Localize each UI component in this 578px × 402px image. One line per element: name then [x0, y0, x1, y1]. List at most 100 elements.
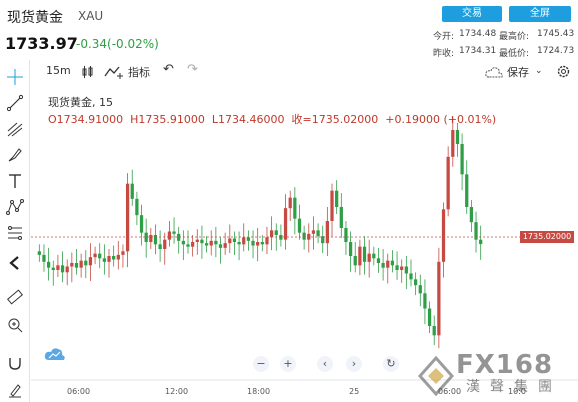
candle	[423, 293, 427, 309]
xaxis-tick: 12:00	[165, 387, 189, 396]
stat-prevclose-label: 昨收:	[433, 49, 455, 59]
candle	[274, 230, 278, 235]
gear-icon[interactable]	[556, 64, 571, 79]
brush-icon[interactable]	[6, 146, 24, 164]
undo-icon[interactable]: ↶	[163, 62, 174, 77]
candle	[437, 261, 441, 336]
indicators-icon[interactable]	[104, 65, 124, 79]
ruler-icon[interactable]	[6, 288, 24, 306]
redo-icon[interactable]: ↷	[187, 62, 198, 77]
trend-line-icon[interactable]	[6, 94, 24, 112]
stat-low-value: 1724.73	[537, 46, 575, 56]
pattern-icon[interactable]	[6, 198, 24, 216]
indicators-button[interactable]: 指标	[128, 64, 150, 80]
reset-chart-button[interactable]: ↻	[383, 356, 399, 372]
lock-draw-icon[interactable]	[6, 380, 24, 398]
candle	[149, 235, 153, 242]
candle	[223, 243, 227, 248]
xaxis-tick: 06:00	[67, 387, 91, 396]
candle	[125, 183, 130, 252]
candle	[427, 308, 432, 326]
candle	[98, 253, 102, 259]
candle	[400, 266, 404, 270]
last-price-tag: 1735.02000	[520, 231, 574, 243]
candle	[102, 258, 106, 262]
quote-header: 现货黄金 XAU 1733.97 -0.34(-0.02%) 交易 全屏 今开:…	[0, 0, 578, 60]
xaxis-tick: 25	[349, 387, 360, 396]
legend-open: O1734.91000	[48, 113, 124, 126]
symbol-name: 现货黄金	[7, 10, 63, 26]
cloud-icon[interactable]	[44, 346, 66, 362]
ohlc-legend: O1734.91000 H1735.91000 L1734.46000 收=17…	[48, 111, 496, 127]
candle	[441, 209, 446, 262]
text-tool-icon[interactable]	[6, 172, 24, 190]
symbol-code: XAU	[78, 9, 104, 23]
trade-button[interactable]: 交易	[442, 6, 502, 22]
legend-high: H1735.91000	[130, 113, 205, 126]
stat-open-value: 1734.48	[459, 29, 497, 39]
candle	[195, 239, 199, 242]
candle	[181, 240, 185, 245]
candle	[293, 197, 297, 219]
candle	[65, 266, 69, 273]
chevron-down-icon[interactable]: ⌄	[535, 66, 543, 76]
candle	[339, 207, 343, 228]
candle	[88, 257, 93, 266]
candle	[191, 242, 195, 247]
candle	[404, 266, 408, 274]
candle	[348, 242, 353, 256]
candle	[302, 232, 306, 240]
candle	[46, 261, 51, 268]
save-button[interactable]: 保存	[507, 64, 529, 80]
candle	[260, 242, 264, 245]
zoom-in-button[interactable]: +	[280, 356, 296, 372]
candle	[367, 253, 371, 262]
stat-high-value: 1745.43	[537, 29, 575, 39]
scroll-left-button[interactable]: ‹	[317, 356, 333, 372]
cloud-save-icon[interactable]	[484, 65, 504, 79]
candle	[218, 244, 223, 248]
fib-icon[interactable]	[6, 224, 24, 242]
candle	[358, 246, 362, 266]
candle	[344, 228, 348, 242]
magnet-icon[interactable]	[6, 354, 24, 372]
candle	[167, 231, 172, 240]
candle	[121, 251, 125, 255]
candle	[74, 263, 79, 268]
legend-change: +0.19000 (+0.01%)	[385, 113, 497, 126]
interval-selector[interactable]: 15m	[46, 64, 71, 77]
back-arrow-icon[interactable]	[6, 254, 24, 272]
legend-low: L1734.46000	[211, 113, 285, 126]
candle	[432, 326, 436, 336]
candle	[409, 273, 413, 280]
candle	[455, 130, 460, 144]
candle	[256, 242, 260, 246]
candle	[209, 240, 213, 246]
candle	[451, 130, 455, 157]
candle	[153, 235, 158, 245]
crosshair-icon[interactable]	[6, 68, 24, 86]
candle	[479, 239, 483, 245]
candle	[418, 285, 422, 294]
candle	[269, 230, 274, 238]
candle	[251, 240, 255, 246]
stat-prevclose-value: 1734.31	[459, 46, 497, 56]
candle	[246, 237, 251, 241]
scroll-right-button[interactable]: ›	[346, 356, 362, 372]
stat-high-label: 最高价:	[499, 32, 530, 42]
stat-low-label: 最低价:	[499, 49, 530, 59]
candle	[70, 263, 74, 267]
candle	[446, 156, 450, 210]
candle	[186, 244, 190, 247]
fullscreen-button[interactable]: 全屏	[509, 6, 571, 22]
candle	[139, 215, 144, 233]
candle	[465, 174, 469, 207]
last-price: 1733.97	[5, 34, 78, 53]
candle	[56, 265, 60, 270]
candle	[414, 279, 418, 286]
zoom-in-icon[interactable]	[6, 316, 24, 334]
pitchfork-icon[interactable]	[6, 120, 24, 138]
candle-type-icon[interactable]	[80, 65, 94, 79]
zoom-out-button[interactable]: −	[253, 356, 269, 372]
candle	[51, 267, 55, 270]
